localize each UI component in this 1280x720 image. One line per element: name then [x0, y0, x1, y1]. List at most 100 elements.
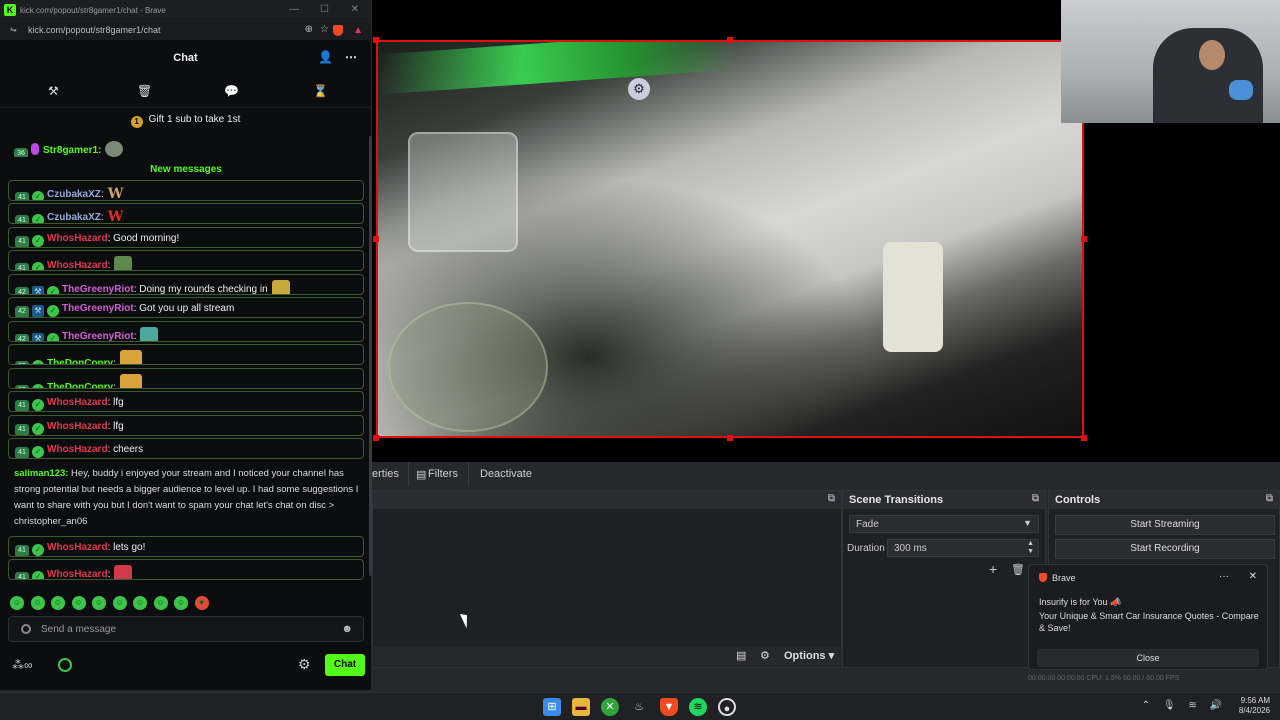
site-settings-icon[interactable]: ⇋: [10, 25, 17, 34]
transition-select[interactable]: Fade ▼: [849, 515, 1039, 533]
username[interactable]: TheDonConry: [47, 382, 113, 388]
emote-button[interactable]: ☺: [112, 596, 127, 610]
resize-handle-t[interactable]: [727, 37, 733, 43]
emote-button[interactable]: ♥: [194, 596, 209, 610]
username[interactable]: TheGreenyRiot: [62, 284, 134, 294]
start-streaming-button[interactable]: Start Streaming: [1055, 515, 1275, 535]
resize-handle-r[interactable]: [1081, 236, 1087, 242]
tray-chevron-icon[interactable]: ⌃: [1142, 700, 1150, 711]
wifi-icon[interactable]: ≋: [1188, 700, 1196, 711]
webcam-source-preview[interactable]: [1061, 0, 1280, 123]
duration-field[interactable]: 300 ms ▲ ▼: [887, 539, 1039, 557]
username[interactable]: TheGreenyRiot: [62, 331, 134, 341]
emote-button[interactable]: ☺: [92, 596, 106, 610]
chat-message-list[interactable]: 36 Str8gamer1: New messages 41 ✓ CzubakaXZ:…: [8, 136, 364, 583]
emote-button[interactable]: ☺: [71, 596, 86, 610]
username[interactable]: WhosHazard: [47, 397, 108, 408]
trash-icon[interactable]: 🗑: [1011, 563, 1025, 576]
minimize-icon[interactable]: —: [289, 4, 299, 15]
gear-icon[interactable]: ⚙: [298, 656, 311, 673]
username[interactable]: WhosHazard: [47, 260, 108, 270]
username[interactable]: WhosHazard: [47, 421, 108, 432]
file-explorer-icon[interactable]: ▬: [572, 698, 590, 716]
brave-notification[interactable]: Brave ··· ✕ Insurify is for You 📣 Your U…: [1028, 564, 1268, 670]
properties-button[interactable]: erties: [372, 468, 399, 480]
chat-message[interactable]: 41 ✓ CzubakaXZ: W: [8, 203, 364, 224]
undock-icon[interactable]: ⧉: [828, 493, 835, 504]
resize-handle-l[interactable]: [373, 236, 379, 242]
chat-message[interactable]: 41 ✓ CzubakaXZ: W: [8, 179, 364, 201]
emote-button[interactable]: ☺: [133, 596, 147, 610]
hammer-icon[interactable]: ⚒: [48, 84, 59, 98]
chat-message[interactable]: 41 ✓ WhosHazard: lfg: [8, 391, 364, 412]
emote-button[interactable]: ☺: [153, 596, 168, 610]
chat-message[interactable]: 41 ✓ WhosHazard:: [8, 559, 364, 580]
chat-message[interactable]: 42 ⚒ ✓ TheGreenyRiot: Doing my rounds check…: [8, 273, 364, 295]
maximize-icon[interactable]: ☐: [320, 4, 329, 15]
start-menu-icon[interactable]: ⊞: [543, 698, 561, 716]
chat-input[interactable]: Send a message ☻: [8, 616, 364, 642]
gear-icon[interactable]: ⚙: [760, 649, 770, 662]
notification-close-button[interactable]: Close: [1037, 649, 1259, 667]
spotify-icon[interactable]: ≋: [689, 698, 707, 716]
clock[interactable]: 9:56 AM 8/4/2026: [1239, 696, 1270, 716]
username[interactable]: WhosHazard: [47, 233, 108, 244]
steam-icon[interactable]: ♨: [630, 698, 648, 716]
address-bar[interactable]: ⇋ kick.com/popout/str8gamer1/chat ⊕ ☆ ▲: [0, 22, 371, 40]
filters-button[interactable]: Filters: [428, 468, 458, 480]
channel-points[interactable]: ⁂∞: [12, 658, 33, 672]
pinned-gift-banner[interactable]: 1 Gift 1 sub to take 1st: [0, 108, 371, 132]
emote-button[interactable]: ☺: [30, 596, 45, 610]
chat-message[interactable]: 41 ✓ WhosHazard:: [8, 250, 364, 271]
username[interactable]: TheDonConry: [47, 358, 113, 364]
chat-message[interactable]: 41 ✓ WhosHazard: lets go!: [8, 535, 364, 557]
brave-shield-icon[interactable]: [333, 25, 343, 36]
username[interactable]: WhosHazard: [47, 444, 108, 455]
chat-message[interactable]: 41 ✓ WhosHazard: Good morning!: [8, 226, 364, 248]
camera-source-preview[interactable]: ⚙: [376, 40, 1084, 438]
emote-button[interactable]: ☺: [174, 596, 188, 610]
username[interactable]: WhosHazard: [47, 569, 108, 579]
microphone-icon[interactable]: 🎙: [1163, 700, 1176, 711]
emoji-picker-icon[interactable]: ☻: [341, 623, 353, 635]
resize-handle-bl[interactable]: [373, 435, 379, 441]
user-settings-icon[interactable]: 👤: [318, 50, 333, 64]
more-options-icon[interactable]: ⋯: [345, 50, 357, 64]
username[interactable]: Str8gamer1:: [43, 145, 101, 156]
undock-icon[interactable]: ⧉: [1266, 493, 1273, 504]
kick-badge-icon[interactable]: [58, 658, 72, 672]
undock-icon[interactable]: ⧉: [1032, 493, 1039, 504]
chat-scrollbar[interactable]: [369, 136, 372, 576]
username[interactable]: CzubakaXZ: [47, 212, 101, 223]
spinner-icon[interactable]: ▲ ▼: [1027, 540, 1034, 556]
add-transition-icon[interactable]: +: [989, 561, 997, 577]
close-icon[interactable]: ✕: [1249, 571, 1257, 582]
resize-handle-tl[interactable]: [373, 37, 379, 43]
new-messages-divider[interactable]: New messages: [8, 160, 364, 180]
username[interactable]: TheGreenyRiot: [62, 303, 134, 314]
volume-icon[interactable]: 🔊: [1210, 700, 1222, 711]
chat-message-long[interactable]: saliman123: Hey, buddy i enjoyed your st…: [8, 462, 364, 536]
brave-rewards-icon[interactable]: ▲: [353, 25, 363, 36]
emote-button[interactable]: ☺: [10, 596, 24, 610]
emote-button[interactable]: ☺: [51, 596, 65, 610]
chat-message[interactable]: 39✓TheDonConry:: [8, 344, 364, 365]
hourglass-icon[interactable]: ⌛: [313, 84, 328, 98]
chat-message[interactable]: 42 ⚒ ✓ TheGreenyRiot:: [8, 320, 364, 342]
username[interactable]: WhosHazard: [47, 542, 108, 553]
resize-handle-b[interactable]: [727, 435, 733, 441]
chat-message[interactable]: 36 Str8gamer1:: [8, 136, 364, 157]
close-window-icon[interactable]: ✕: [351, 4, 359, 15]
more-options-icon[interactable]: ···: [1219, 571, 1229, 582]
chat-message[interactable]: 41 ✓ WhosHazard: lfg: [8, 414, 364, 436]
chat-bubble-icon[interactable]: 💬: [224, 84, 239, 98]
send-chat-button[interactable]: Chat: [325, 654, 365, 676]
deactivate-button[interactable]: Deactivate: [480, 468, 532, 480]
xbox-icon[interactable]: ✕: [601, 698, 619, 716]
trash-icon[interactable]: 🗑: [137, 84, 152, 98]
username[interactable]: saliman123:: [14, 468, 68, 479]
start-recording-button[interactable]: Start Recording: [1055, 539, 1275, 559]
zoom-icon[interactable]: ⊕: [305, 24, 313, 35]
options-button[interactable]: Options ▾: [784, 649, 834, 662]
obs-icon[interactable]: ●: [718, 698, 736, 716]
